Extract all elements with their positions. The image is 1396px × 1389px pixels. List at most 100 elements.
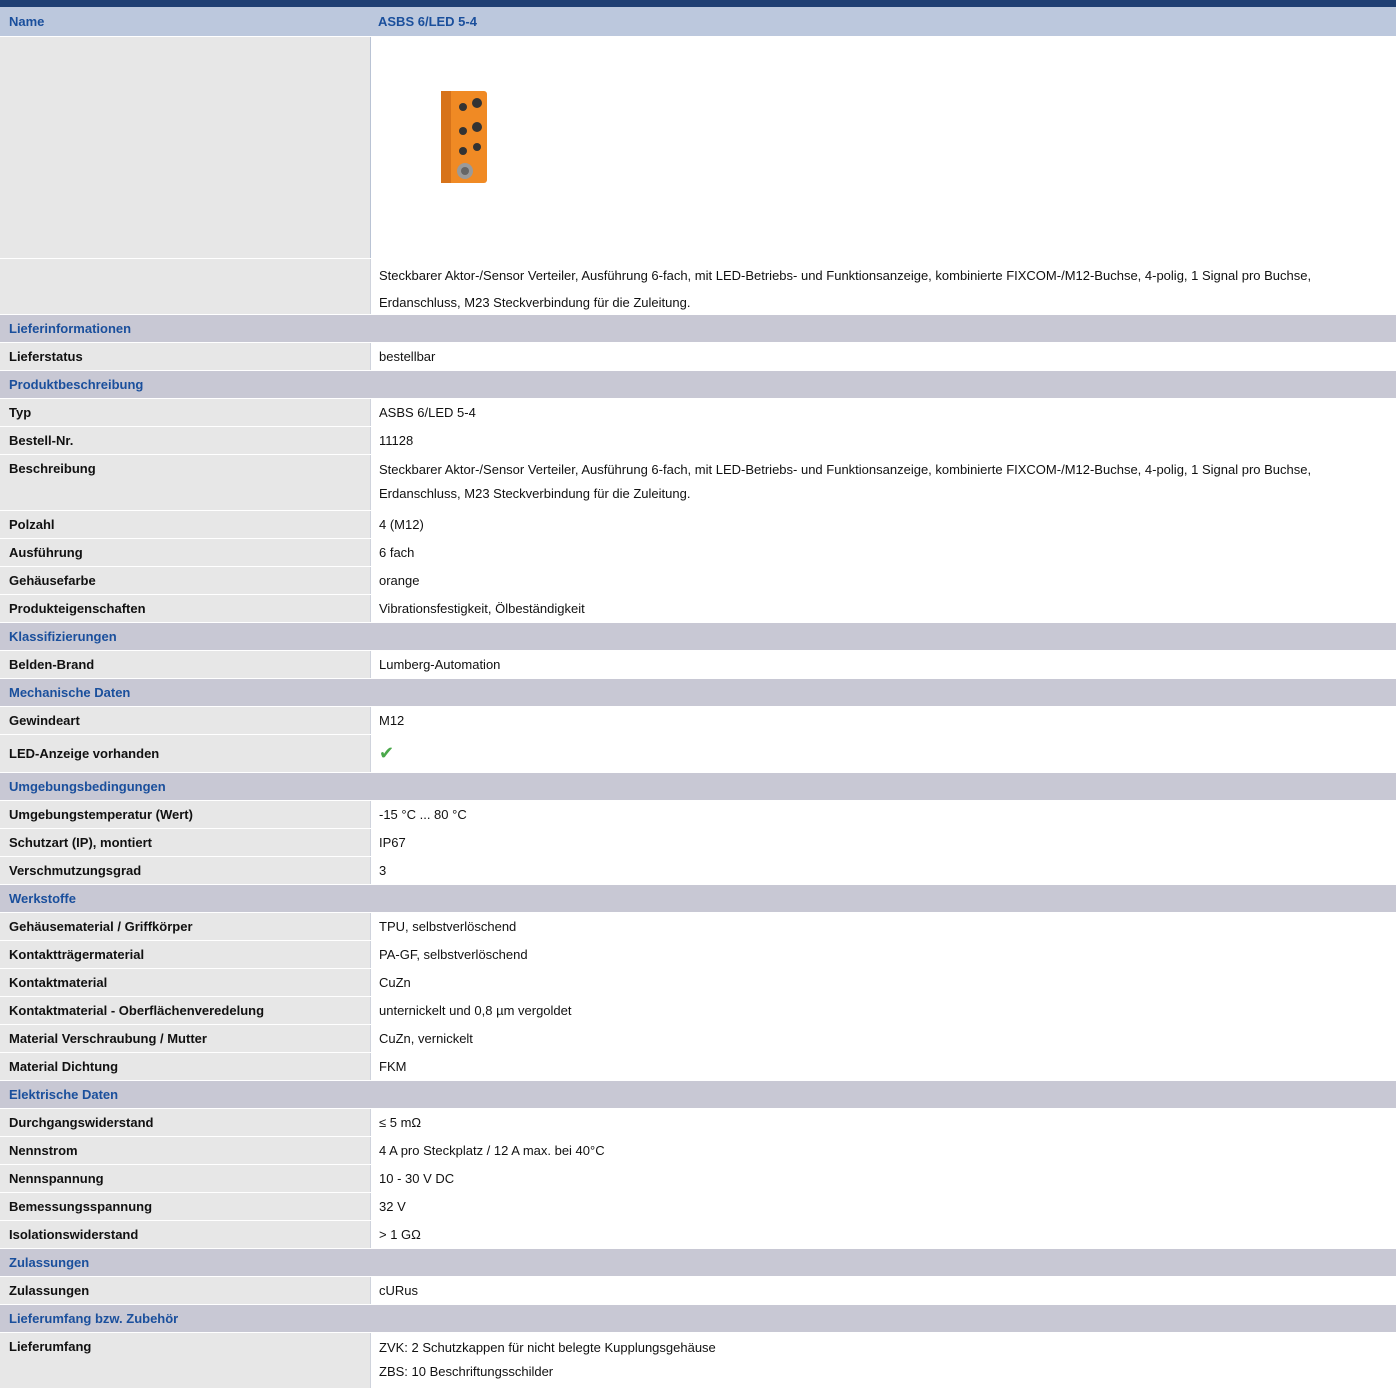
section-header: Elektrische Daten [0,1081,1396,1109]
section-header: Zulassungen [0,1249,1396,1277]
spec-value: 11128 [370,427,1396,454]
spec-row: Kontaktmaterial - Oberflächenveredelung u… [0,997,1396,1025]
spec-row: Bestell-Nr. 11128 [0,427,1396,455]
spec-row: Lieferumfang ZVK: 2 Schutzkappen für nich… [0,1333,1396,1389]
name-label: Name [9,14,45,29]
intro-description-row: Steckbarer Aktor-/Sensor Verteiler, Ausf… [0,259,1396,315]
spec-value: 32 V [370,1193,1396,1220]
section-header: Klassifizierungen [0,623,1396,651]
checkmark-icon: ✔ [379,743,395,763]
spec-value: IP67 [370,829,1396,856]
spec-row: Beschreibung Steckbarer Aktor-/Sensor Ver… [0,455,1396,511]
spec-row: Kontaktträgermaterial PA-GF, selbstverlös… [0,941,1396,969]
spec-row: Material Verschraubung / Mutter CuZn, ver… [0,1025,1396,1053]
spec-label: Polzahl [9,517,55,532]
spec-row: Typ ASBS 6/LED 5-4 [0,399,1396,427]
spec-row: Material Dichtung FKM [0,1053,1396,1081]
spec-row: LED-Anzeige vorhanden ✔ [0,735,1396,773]
spec-label: Bemessungsspannung [9,1199,153,1214]
spec-value-line: ZBS: 10 Beschriftungsschilder [379,1364,554,1379]
spec-row: Umgebungstemperatur (Wert) -15 °C ... 80 … [0,801,1396,829]
section-header: Lieferumfang bzw. Zubehör [0,1305,1396,1333]
spec-row: Belden-Brand Lumberg-Automation [0,651,1396,679]
name-row: Name ASBS 6/LED 5-4 [0,7,1396,37]
spec-value: bestellbar [370,343,1396,370]
spec-label: Nennspannung [9,1171,104,1186]
name-value: ASBS 6/LED 5-4 [378,14,477,29]
spec-value: cURus [370,1277,1396,1304]
spec-value: 3 [370,857,1396,884]
spec-label: Ausführung [9,545,83,560]
spec-label: Belden-Brand [9,657,95,672]
spec-label: Material Verschraubung / Mutter [9,1031,207,1046]
spec-label: Isolationswiderstand [9,1227,139,1242]
spec-value: TPU, selbstverlöschend [370,913,1396,940]
spec-value: ZVK: 2 Schutzkappen für nicht belegte Ku… [370,1333,1396,1388]
spec-label: Nennstrom [9,1143,78,1158]
spec-value: ✔ [370,735,1396,772]
intro-description-label [0,259,370,314]
spec-label: Lieferumfang [9,1339,92,1354]
product-image [441,91,487,183]
spec-label: Verschmutzungsgrad [9,863,142,878]
section-header: Produktbeschreibung [0,371,1396,399]
spec-sections: Lieferinformationen Lieferstatus bestellba… [0,315,1396,1389]
spec-label: Gehäusefarbe [9,573,96,588]
spec-row: Ausführung 6 fach [0,539,1396,567]
spec-label: Produkteigenschaften [9,601,146,616]
spec-row: Gehäusematerial / Griffkörper TPU, selbst… [0,913,1396,941]
top-bar [0,0,1396,7]
spec-row: Zulassungen cURus [0,1277,1396,1305]
spec-value: Vibrationsfestigkeit, Ölbeständigkeit [370,595,1396,622]
section-header: Lieferinformationen [0,315,1396,343]
spec-value: Steckbarer Aktor-/Sensor Verteiler, Ausf… [370,455,1396,510]
spec-label: Material Dichtung [9,1059,119,1074]
section-header: Mechanische Daten [0,679,1396,707]
spec-row: Polzahl 4 (M12) [0,511,1396,539]
spec-value: FKM [370,1053,1396,1080]
spec-label: Kontaktmaterial - Oberflächenveredelung [9,1003,265,1018]
spec-row: Durchgangswiderstand ≤ 5 mΩ [0,1109,1396,1137]
spec-row: Gewindeart M12 [0,707,1396,735]
spec-label: Typ [9,405,32,420]
spec-value: ≤ 5 mΩ [370,1109,1396,1136]
spec-value: M12 [370,707,1396,734]
spec-row: Nennspannung 10 - 30 V DC [0,1165,1396,1193]
section-header: Umgebungsbedingungen [0,773,1396,801]
spec-label: Bestell-Nr. [9,433,74,448]
spec-value: CuZn, vernickelt [370,1025,1396,1052]
image-row-label [0,37,370,258]
spec-label: Durchgangswiderstand [9,1115,154,1130]
product-image-cell [370,37,1396,258]
spec-row: Isolationswiderstand > 1 GΩ [0,1221,1396,1249]
spec-value: 4 (M12) [370,511,1396,538]
spec-value: CuZn [370,969,1396,996]
spec-row: Kontaktmaterial CuZn [0,969,1396,997]
section-header: Werkstoffe [0,885,1396,913]
spec-label: Kontaktmaterial [9,975,108,990]
spec-value: Lumberg-Automation [370,651,1396,678]
spec-value: orange [370,567,1396,594]
product-image-row [0,37,1396,259]
spec-value: 10 - 30 V DC [370,1165,1396,1192]
spec-label: Umgebungstemperatur (Wert) [9,807,193,822]
spec-value: ASBS 6/LED 5-4 [370,399,1396,426]
spec-label: Lieferstatus [9,349,83,364]
spec-value: unternickelt und 0,8 µm vergoldet [370,997,1396,1024]
spec-row: Bemessungsspannung 32 V [0,1193,1396,1221]
spec-value: PA-GF, selbstverlöschend [370,941,1396,968]
spec-row: Nennstrom 4 A pro Steckplatz / 12 A max. … [0,1137,1396,1165]
spec-row: Gehäusefarbe orange [0,567,1396,595]
spec-label: Gewindeart [9,713,80,728]
spec-row: Lieferstatus bestellbar [0,343,1396,371]
spec-label: Zulassungen [9,1283,90,1298]
spec-value-line: ZVK: 2 Schutzkappen für nicht belegte Ku… [379,1340,716,1355]
spec-value: 6 fach [370,539,1396,566]
spec-value: -15 °C ... 80 °C [370,801,1396,828]
spec-row: Schutzart (IP), montiert IP67 [0,829,1396,857]
spec-row: Produkteigenschaften Vibrationsfestigkeit… [0,595,1396,623]
spec-label: Kontaktträgermaterial [9,947,145,962]
spec-label: LED-Anzeige vorhanden [9,746,160,761]
spec-label: Schutzart (IP), montiert [9,835,153,850]
intro-description: Steckbarer Aktor-/Sensor Verteiler, Ausf… [370,259,1396,314]
